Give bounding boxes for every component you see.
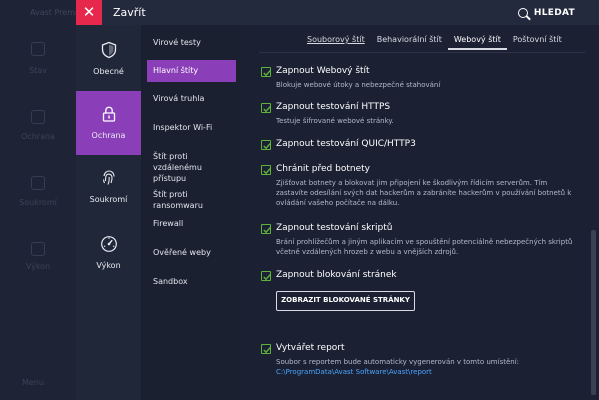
checkmark-icon [263, 70, 271, 77]
submenu-firewall[interactable]: Firewall [147, 218, 236, 229]
background-privacy-icon [31, 176, 45, 190]
option-description: Soubor s reportem bude automaticky vygen… [276, 357, 576, 377]
search-icon [517, 8, 528, 18]
tab-label: Webový štít [453, 35, 501, 44]
background-item-protection: Ochrana [21, 132, 55, 141]
checkmark-icon [263, 227, 271, 234]
background-menu: Menu [22, 378, 44, 387]
tab-label: Behaviorální štít [376, 35, 442, 44]
category-general[interactable]: Obecné [76, 27, 141, 91]
background-item-performance: Výkon [25, 262, 51, 271]
close-button[interactable]: ✕ [76, 0, 102, 25]
create-report-checkbox[interactable] [261, 344, 271, 354]
option-description: Brání prohlížečům a jiným aplikacím ve s… [276, 238, 573, 256]
background-app-sidebar: Avast Premi Stav Ochrana Soukromí Výkon … [0, 0, 78, 400]
settings-header: ✕ Zavřít HLEDAT [76, 0, 599, 25]
submenu-verified-sites[interactable]: Ověřené weby [147, 247, 236, 258]
category-privacy[interactable]: Soukromí [76, 155, 141, 219]
checkmark-icon [263, 106, 271, 113]
scrollbar-thumb[interactable] [591, 230, 596, 395]
show-blocked-sites-button[interactable]: ZOBRAZIT BLOKOVANÉ STRÁNKY [276, 291, 415, 311]
tabs-divider [259, 52, 585, 53]
site-blocking-checkbox[interactable] [261, 271, 271, 281]
submenu-virus-chest[interactable]: Virová truhla [147, 93, 236, 104]
fingerprint-icon [102, 170, 115, 185]
category-label: Ochrana [91, 131, 126, 140]
tab-label: Souborový štít [307, 35, 365, 44]
tab-mail-shield[interactable]: Poštovní štít [507, 30, 568, 50]
option-description: Blokuje webové útoky a nebezpečné stahov… [276, 81, 441, 89]
category-performance[interactable]: Výkon [76, 221, 141, 285]
tab-label: Poštovní štít [512, 35, 562, 44]
close-label[interactable]: Zavřít [113, 6, 146, 19]
option-title: Vytvářet report [276, 343, 345, 353]
option-title: Zapnout testování skriptů [276, 223, 393, 233]
checkmark-icon [263, 347, 271, 354]
submenu-remote-access-shield[interactable]: Štít proti vzdálenému přístupu [147, 151, 236, 184]
option-title: Zapnout blokování stránek [276, 270, 397, 280]
category-sidebar: Obecné Ochrana Soukromí Výkon [76, 25, 141, 400]
option-title: Zapnout Webový štít [276, 66, 370, 76]
option-title: Chránit před botnety [276, 164, 370, 174]
category-label: Výkon [96, 261, 121, 270]
botnet-protection-checkbox[interactable] [261, 165, 271, 175]
background-app-title: Avast Premi [30, 8, 78, 17]
checkmark-icon [263, 274, 271, 281]
content-scrollbar[interactable] [589, 25, 599, 400]
option-title: Zapnout testování QUIC/HTTP3 [276, 139, 416, 149]
background-protection-icon [31, 110, 45, 124]
close-icon: ✕ [82, 3, 96, 21]
report-description: Soubor s reportem bude automaticky vygen… [276, 358, 520, 366]
submenu-core-shields[interactable]: Hlavní štíty [147, 60, 236, 82]
background-performance-icon [31, 242, 45, 256]
category-label: Obecné [93, 67, 124, 76]
script-scanning-checkbox[interactable] [261, 224, 271, 234]
https-scanning-checkbox[interactable] [261, 103, 271, 113]
settings-window: Avast Premi Stav Ochrana Soukromí Výkon … [0, 0, 599, 400]
checkmark-icon [263, 143, 271, 150]
submenu-sandbox[interactable]: Sandbox [147, 276, 236, 287]
option-description: Zjišťovat botnety a blokovat jim připoje… [276, 179, 572, 207]
background-item-status: Stav [29, 66, 47, 75]
option-description: Testuje šifrované webové stránky. [276, 117, 394, 125]
quic-scanning-checkbox[interactable] [261, 140, 271, 150]
background-status-icon [31, 42, 45, 56]
submenu-ransomware-shield[interactable]: Štít proti ransomwaru [147, 189, 236, 211]
tab-web-shield[interactable]: Webový štít [447, 30, 507, 50]
report-path-link[interactable]: C:\ProgramData\Avast Software\Avast\repo… [276, 367, 576, 377]
tab-behavior-shield[interactable]: Behaviorální štít [371, 30, 448, 50]
shield-icon [101, 41, 117, 59]
web-shield-checkbox[interactable] [261, 67, 271, 77]
search-button[interactable]: HLEDAT [517, 5, 575, 21]
checkmark-icon [263, 168, 271, 175]
option-title: Zapnout testování HTTPS [276, 102, 391, 112]
background-item-privacy: Soukromí [19, 198, 57, 207]
submenu-wifi-inspector[interactable]: Inspektor Wi-Fi [147, 122, 236, 133]
settings-content: Souborový štít Behaviorální štít Webový … [241, 25, 599, 400]
tab-file-shield[interactable]: Souborový štít [301, 30, 371, 50]
search-label: HLEDAT [533, 8, 575, 18]
shield-tabs: Souborový štít Behaviorální štít Webový … [301, 30, 568, 50]
submenu-virus-scans[interactable]: Virové testy [147, 37, 236, 48]
lock-icon [102, 106, 116, 122]
category-label: Soukromí [89, 195, 128, 204]
protection-submenu: Virové testy Hlavní štíty Virová truhla … [141, 25, 241, 400]
category-protection[interactable]: Ochrana [76, 91, 141, 155]
speedometer-icon [101, 236, 117, 252]
